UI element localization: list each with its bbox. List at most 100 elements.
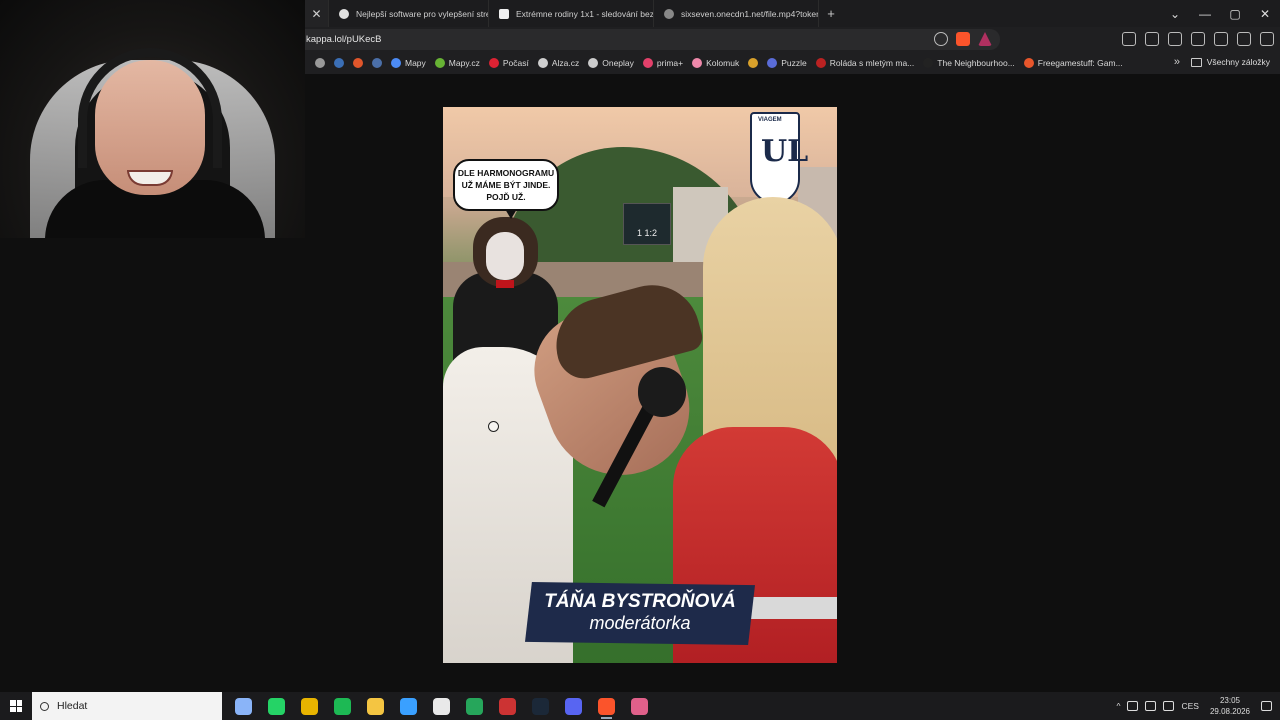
alza-icon (537, 58, 548, 68)
g-app-icon (433, 697, 450, 715)
bookmark-label: Kolomuk (706, 58, 740, 68)
clock-time: 23:05 (1219, 696, 1240, 705)
search-icon (40, 701, 49, 711)
bookmark-label: Oneplay (602, 58, 634, 68)
network-icon[interactable] (1145, 701, 1157, 711)
maximize-button[interactable]: ▢ (1220, 0, 1250, 27)
taskbar-app-m-app[interactable] (395, 692, 422, 720)
volume-icon[interactable] (1163, 701, 1175, 711)
taskbar-app-file-explorer[interactable] (362, 692, 389, 720)
microphone-icon (638, 367, 686, 417)
taskbar-app-brave[interactable] (593, 692, 620, 720)
taskbar-app-task-view[interactable] (230, 692, 257, 720)
microphone-tray-icon[interactable] (1127, 701, 1139, 711)
tab-label: sixseven.onecdn1.net/file.mp4?token (681, 8, 819, 19)
caption-name: TÁŇA BYSTROŇOVÁ (544, 591, 736, 612)
taskbar-search[interactable]: Hledat (32, 692, 222, 720)
language-indicator[interactable]: CES (1181, 701, 1198, 711)
bookmark-at-icon (353, 58, 363, 68)
map-pin-icon (391, 58, 401, 68)
bookmark-5[interactable]: Mapy.cz (434, 58, 480, 68)
discord-icon (565, 697, 582, 715)
puzzle-icon (767, 58, 778, 68)
leo-ai-icon[interactable] (1214, 32, 1228, 46)
bookmarks-bar: Mapy Mapy.cz Počasí Alza.cz Oneplay prima+ Kol… (305, 52, 1280, 74)
webcam-overlay (0, 0, 305, 238)
tab-rodiny[interactable]: Extrémne rodiny 1x1 - sledování bez (489, 0, 654, 27)
taskbar-app-chrome[interactable] (296, 692, 323, 720)
brave-shields-icon[interactable] (956, 32, 970, 46)
reddit-icon (1023, 58, 1034, 68)
tab-label: Extrémne rodiny 1x1 - sledování bez (516, 8, 654, 19)
windows-icon (10, 700, 22, 712)
bookmark-12[interactable]: Puzzle (767, 58, 807, 68)
wallet-icon[interactable] (1191, 32, 1205, 46)
taskbar-app-whatsapp[interactable] (263, 692, 290, 720)
bookmark-13[interactable]: Roláda s mletým ma... (815, 58, 914, 68)
app-red-icon (499, 697, 516, 715)
clown-face (486, 232, 524, 280)
crest-text: VIAGEM (758, 117, 782, 123)
taskbar-app-green-app[interactable] (461, 692, 488, 720)
spotify-icon (334, 697, 351, 715)
bookmark-4[interactable]: Mapy (391, 58, 426, 68)
minimize-button[interactable]: — (1190, 0, 1220, 27)
tab-list-button[interactable]: ⌄ (1160, 0, 1190, 27)
speech-bubble: DLE HARMONOGRAMU UŽ MÁME BÝT JINDE. POJĎ… (453, 159, 559, 219)
close-icon: ✕ (311, 6, 322, 21)
bookmark-2[interactable] (353, 58, 363, 68)
url-field[interactable]: kappa.lol/pUKecB (305, 29, 1000, 50)
taskbar-app-app-red[interactable] (494, 692, 521, 720)
taskbar-app-pin-app[interactable] (626, 692, 653, 720)
whatsapp-icon (268, 697, 285, 715)
clock[interactable]: 23:05 29.08.2026 (1210, 695, 1250, 717)
tab-video-file[interactable]: sixseven.onecdn1.net/file.mp4?token (654, 0, 819, 27)
recipe-icon (815, 58, 826, 68)
bookmark-7[interactable]: Alza.cz (537, 58, 579, 68)
bookmark-14[interactable]: The Neighbourhoo... (923, 58, 1015, 68)
bookmark-label: Mapy (405, 58, 426, 68)
music-icon[interactable] (1145, 32, 1159, 46)
tray-chevron-icon[interactable]: ^ (1116, 701, 1120, 711)
oneplay-icon (588, 58, 599, 68)
address-bar: kappa.lol/pUKecB (305, 27, 1280, 52)
notifications-icon[interactable] (1261, 701, 1272, 711)
menu-icon[interactable] (1260, 32, 1274, 46)
all-bookmarks-label: Všechny záložky (1206, 57, 1270, 67)
close-tab-button[interactable]: ✕ (305, 0, 329, 27)
weather-icon (488, 58, 499, 68)
bookmark-1[interactable] (334, 58, 344, 68)
bookmark-11[interactable] (748, 58, 759, 68)
all-bookmarks-button[interactable]: Všechny záložky (1190, 57, 1270, 67)
new-tab-button[interactable]: + (819, 6, 843, 21)
taskbar-app-spotify[interactable] (329, 692, 356, 720)
tab-label: Nejlepší software pro vylepšení strea (356, 8, 489, 19)
file-explorer-icon (367, 697, 384, 715)
zoom-icon[interactable] (934, 32, 948, 46)
bookmark-3[interactable] (372, 58, 382, 68)
bookmark-15[interactable]: Freegamestuff: Gam... (1023, 58, 1123, 68)
bookmark-9[interactable]: prima+ (642, 58, 683, 68)
folder-icon (1190, 57, 1202, 67)
taskbar-app-g-app[interactable] (428, 692, 455, 720)
start-button[interactable] (0, 692, 32, 720)
scoreboard: 1 1:2 (623, 203, 671, 245)
bookmark-0[interactable] (315, 58, 325, 68)
sidebar-icon[interactable] (1168, 32, 1182, 46)
vpn-icon[interactable] (1237, 32, 1251, 46)
bookmarks-overflow-button[interactable]: » (1174, 56, 1180, 68)
rewards-icon[interactable] (978, 32, 992, 46)
close-window-button[interactable]: ✕ (1250, 0, 1280, 27)
meme-image: 1 1:2 VIAGEM UL DLE HARMONOGRAMU UŽ MÁME … (443, 107, 837, 663)
tab-strip: ✕ Nejlepší software pro vylepšení strea … (305, 0, 1280, 27)
bookmark-10[interactable]: Kolomuk (692, 58, 739, 68)
steam-icon (532, 697, 549, 715)
bookmark-8[interactable]: Oneplay (588, 58, 634, 68)
brave-icon (598, 697, 615, 715)
bookmark-6[interactable]: Počasí (488, 58, 529, 68)
taskbar-app-steam[interactable] (527, 692, 554, 720)
kolomuk-icon (692, 58, 703, 68)
extensions-icon[interactable] (1122, 32, 1136, 46)
taskbar-app-discord[interactable] (560, 692, 587, 720)
tab-software[interactable]: Nejlepší software pro vylepšení strea (329, 0, 489, 27)
